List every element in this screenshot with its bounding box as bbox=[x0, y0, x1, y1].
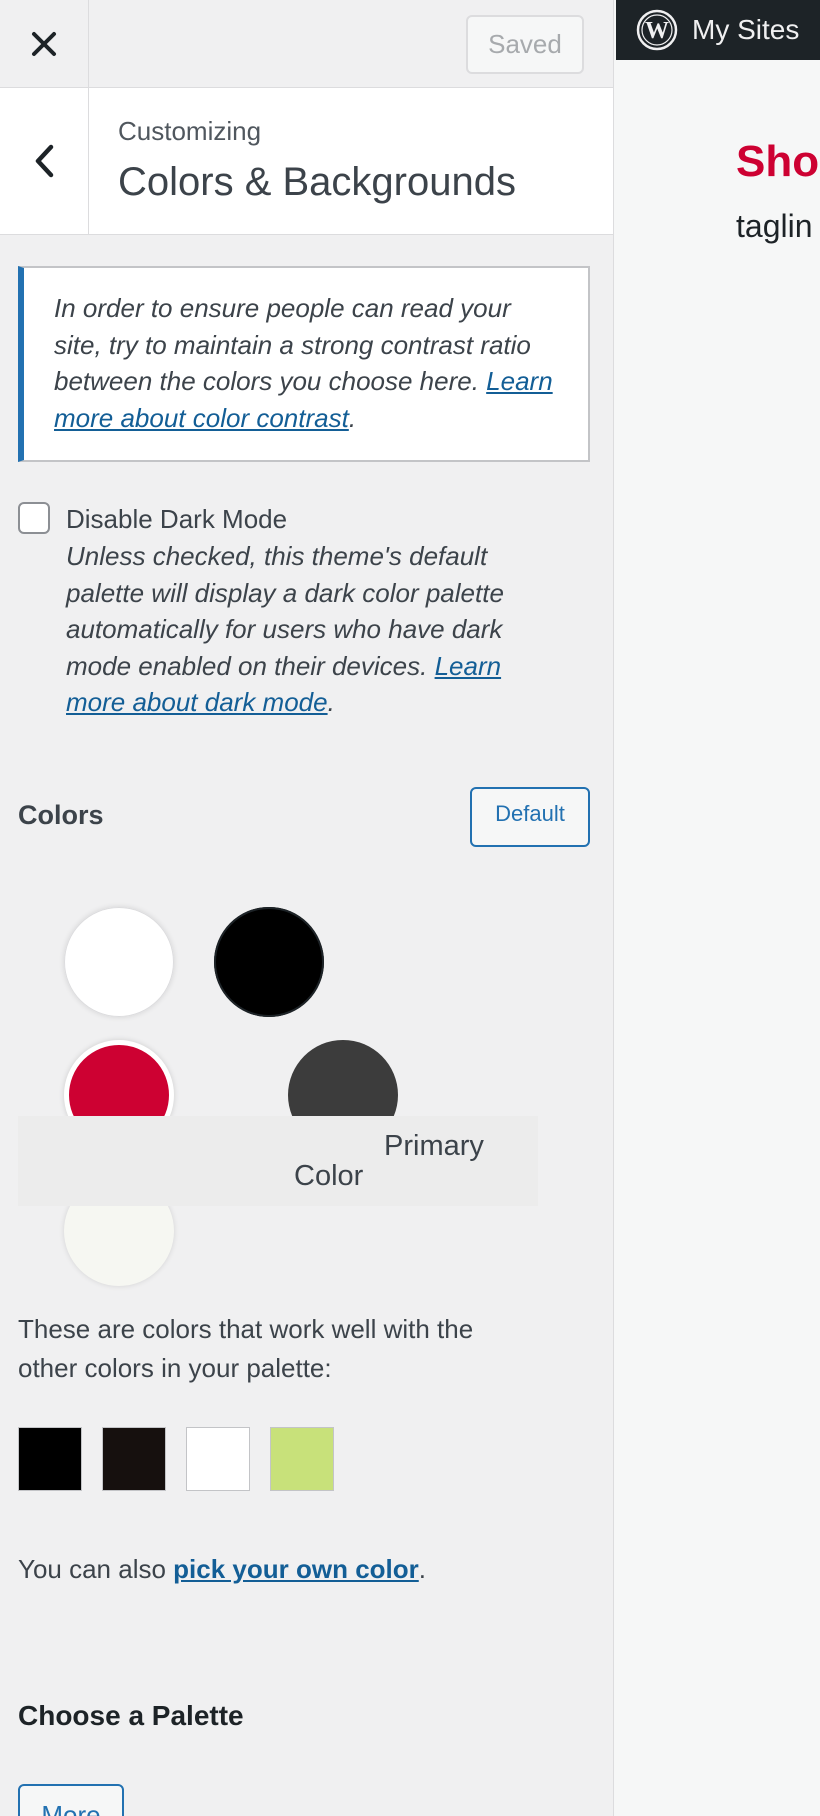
section-title: Colors & Backgrounds bbox=[118, 160, 516, 204]
notice-end: . bbox=[348, 402, 357, 433]
back-button[interactable] bbox=[0, 88, 89, 234]
palette-heading: Choose a Palette bbox=[18, 1700, 244, 1731]
pick-own-color: You can also pick your own color. bbox=[18, 1554, 426, 1585]
contrast-notice: In order to ensure people can read your … bbox=[18, 266, 590, 462]
my-sites-link[interactable]: My Sites bbox=[692, 14, 799, 46]
dark-mode-description: Unless checked, this theme's default pal… bbox=[66, 538, 566, 721]
pick-own-suffix: . bbox=[418, 1554, 426, 1584]
color-swatch-black[interactable] bbox=[214, 907, 324, 1017]
breadcrumb: Customizing bbox=[118, 116, 262, 146]
notice-text: In order to ensure people can read your … bbox=[54, 293, 531, 396]
wordpress-icon[interactable]: W bbox=[636, 9, 678, 51]
suggested-color-2[interactable] bbox=[102, 1427, 166, 1491]
suggested-color-3[interactable] bbox=[186, 1427, 250, 1491]
chevron-left-icon bbox=[35, 144, 54, 178]
suggested-color-1[interactable] bbox=[18, 1427, 82, 1491]
default-button[interactable]: Default bbox=[470, 787, 590, 847]
preview-site-tagline: taglin bbox=[736, 208, 813, 244]
colors-heading: Colors bbox=[18, 800, 104, 830]
tooltip-line-1: Primary bbox=[384, 1130, 484, 1162]
dark-mode-description-end: . bbox=[327, 687, 335, 717]
color-swatch-white[interactable] bbox=[64, 907, 174, 1017]
swatch-tooltip: Primary Color bbox=[18, 1116, 538, 1206]
close-icon bbox=[32, 31, 56, 56]
preview-site-title[interactable]: Shop bbox=[736, 137, 820, 187]
close-button[interactable] bbox=[0, 0, 89, 87]
dark-mode-checkbox[interactable] bbox=[18, 502, 50, 534]
pick-own-color-link[interactable]: pick your own color bbox=[173, 1554, 419, 1584]
pick-own-prefix: You can also bbox=[18, 1554, 174, 1584]
tooltip-line-2: Color bbox=[294, 1160, 364, 1192]
section-header: Customizing Colors & Backgrounds bbox=[0, 88, 613, 235]
more-button[interactable]: More bbox=[18, 1784, 124, 1816]
suggestion-text: These are colors that work well with the… bbox=[18, 1314, 474, 1383]
saved-button[interactable]: Saved bbox=[466, 15, 584, 74]
customizer-topbar: Saved bbox=[0, 0, 613, 88]
suggested-color-4[interactable] bbox=[270, 1427, 334, 1491]
svg-text:W: W bbox=[645, 18, 669, 44]
dark-mode-label[interactable]: Disable Dark Mode bbox=[66, 504, 287, 535]
customizer-panel: Saved Customizing Colors & Backgrounds I… bbox=[0, 0, 614, 1816]
admin-bar: W My Sites bbox=[616, 0, 820, 60]
